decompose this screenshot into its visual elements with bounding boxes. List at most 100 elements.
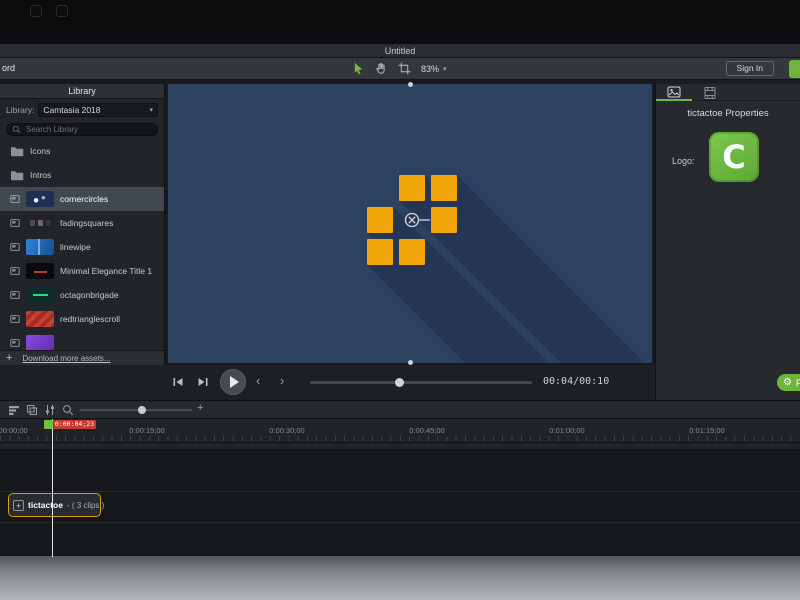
- zoom-in-button[interactable]: +: [197, 402, 203, 414]
- library-item-thumbnail: [26, 311, 54, 327]
- copy-icon[interactable]: [26, 404, 38, 416]
- clip-detail: - ( 3 clips ): [66, 500, 105, 510]
- library-item-minimal-elegance[interactable]: Minimal Elegance Title 1: [0, 259, 164, 283]
- pan-tool-icon[interactable]: [375, 62, 388, 75]
- library-footer: + Download more assets...: [0, 350, 164, 365]
- library-item-thumbnail: [26, 191, 54, 207]
- timeline-clip-tictactoe[interactable]: + tictactoe - ( 3 clips ): [8, 493, 105, 517]
- library-item-thumbnail: [26, 239, 54, 255]
- ruler-label: 0:00:30;00: [269, 426, 305, 435]
- library-panel: Library Library: Camtasia 2018 ▾ Icons: [0, 84, 165, 365]
- media-type-icon: [10, 195, 20, 203]
- library-item-fadingsquares[interactable]: fadingsquares: [0, 211, 164, 235]
- tracks-icon[interactable]: [8, 404, 20, 416]
- time-display: 00:04/00:10: [543, 376, 610, 387]
- chevron-left-icon[interactable]: ‹: [256, 373, 260, 389]
- library-select-label: Library:: [6, 105, 35, 115]
- gear-icon: ⚙: [783, 377, 792, 388]
- library-search[interactable]: [6, 123, 158, 136]
- ruler-label: 0:00:00;00: [0, 426, 28, 435]
- library-item-name: Minimal Elegance Title 1: [60, 266, 153, 276]
- previous-frame-button[interactable]: [172, 376, 185, 388]
- properties-toggle-button[interactable]: ⚙ Properties: [777, 374, 800, 391]
- timeline-tracks[interactable]: + tictactoe - ( 3 clips ): [0, 443, 800, 557]
- library-item-name: fadingsquares: [60, 218, 114, 228]
- library-select-row: Library: Camtasia 2018 ▾: [0, 99, 164, 121]
- desktop-background-top: [0, 0, 800, 44]
- library-item-thumbnail: [26, 263, 54, 279]
- media-type-icon: [10, 219, 20, 227]
- playback-bar: ‹ › 00:04/00:10: [0, 365, 655, 400]
- canvas-top-handle[interactable]: [408, 82, 413, 87]
- menubar-camera-icon: [30, 5, 42, 17]
- share-button[interactable]: [789, 60, 800, 78]
- canvas-zoom-select[interactable]: 83% ▾: [421, 64, 447, 74]
- chevron-right-icon[interactable]: ›: [280, 373, 284, 389]
- track-header-strip: [0, 443, 800, 449]
- library-item-thumbnail: [26, 335, 54, 351]
- track-separator: [0, 491, 800, 492]
- track-separator: [0, 522, 800, 523]
- timeline-ruler[interactable]: 0:00:00;00 0:00:15;00 0:00:30;00 0:00:45…: [0, 419, 800, 443]
- library-header[interactable]: Library: [0, 84, 164, 99]
- canvas[interactable]: [168, 82, 687, 495]
- desktop-background-floor: [0, 556, 800, 600]
- canvas-area: [166, 80, 687, 495]
- titlebar[interactable]: Untitled: [0, 44, 800, 58]
- tab-media-properties[interactable]: [692, 84, 728, 101]
- tab-visual-properties[interactable]: [656, 84, 692, 101]
- add-to-library-button[interactable]: +: [6, 352, 12, 365]
- record-button[interactable]: ord: [2, 58, 15, 79]
- canvas-tools: 83% ▾: [352, 58, 447, 79]
- logo-label: Logo:: [672, 156, 695, 166]
- expand-group-button[interactable]: +: [13, 499, 24, 511]
- media-type-icon: [10, 243, 20, 251]
- library-item-thumbnail: [26, 287, 54, 303]
- mixer-icon[interactable]: [44, 404, 56, 416]
- clip-name: tictactoe: [28, 500, 63, 510]
- ruler-label: 0:01:15;00: [689, 426, 725, 435]
- camtasia-window: Untitled ord 83% ▾ Sign In Library Libra…: [0, 44, 800, 557]
- scrubber-thumb[interactable]: [395, 378, 404, 387]
- library-item-linewipe[interactable]: linewipe: [0, 235, 164, 259]
- cursor-tool-icon[interactable]: [352, 62, 365, 75]
- library-item-octagonbrigade[interactable]: octagonbrigade: [0, 283, 164, 307]
- properties-toggle-label: Properties: [795, 377, 800, 388]
- zoom-icon[interactable]: [62, 404, 74, 416]
- download-more-assets-link[interactable]: Download more assets...: [22, 354, 110, 363]
- ruler-label: 0:00:45;00: [409, 426, 445, 435]
- library-folder-intros[interactable]: Intros: [0, 163, 164, 187]
- chevron-down-icon: ▾: [443, 65, 447, 73]
- library-select[interactable]: Camtasia 2018 ▾: [38, 103, 158, 117]
- crop-tool-icon[interactable]: [398, 62, 411, 75]
- playhead-in-handle[interactable]: [44, 420, 53, 429]
- playhead-time-badge[interactable]: 0:00:04;23: [53, 420, 96, 429]
- properties-title: tictactoe Properties: [687, 108, 769, 119]
- play-button[interactable]: [220, 369, 246, 395]
- media-type-icon: [10, 315, 20, 323]
- search-input[interactable]: [24, 124, 152, 135]
- media-type-icon: [10, 267, 20, 275]
- next-frame-button[interactable]: [196, 376, 209, 388]
- library-item-name: linewipe: [60, 242, 91, 252]
- timeline: + 0:00:00;00 0:00:15;00 0:00:30;00 0:00:…: [0, 400, 800, 557]
- library-header-label: Library: [68, 86, 96, 96]
- sign-in-button[interactable]: Sign In: [725, 61, 774, 76]
- logo-swatch[interactable]: C: [709, 132, 759, 182]
- timeline-zoom-thumb[interactable]: [138, 406, 146, 414]
- library-item-cornercircles[interactable]: cornercircles: [0, 187, 164, 211]
- playhead-line[interactable]: [52, 419, 53, 557]
- scrubber-track[interactable]: [310, 378, 532, 387]
- timeline-zoom-slider[interactable]: [80, 406, 192, 414]
- media-type-icon: [10, 291, 20, 299]
- window-title: Untitled: [384, 46, 416, 56]
- library-item-redtrianglescroll[interactable]: redtrianglescroll: [0, 307, 164, 331]
- folder-icon: [11, 147, 24, 157]
- play-icon: [230, 376, 239, 388]
- library-item-name: redtrianglescroll: [60, 314, 120, 324]
- media-type-icon: [10, 339, 20, 347]
- library-folder-icons[interactable]: Icons: [0, 139, 164, 163]
- folder-icon: [11, 171, 24, 181]
- image-properties-icon: [667, 86, 681, 97]
- library-item-thumbnail: [26, 215, 54, 231]
